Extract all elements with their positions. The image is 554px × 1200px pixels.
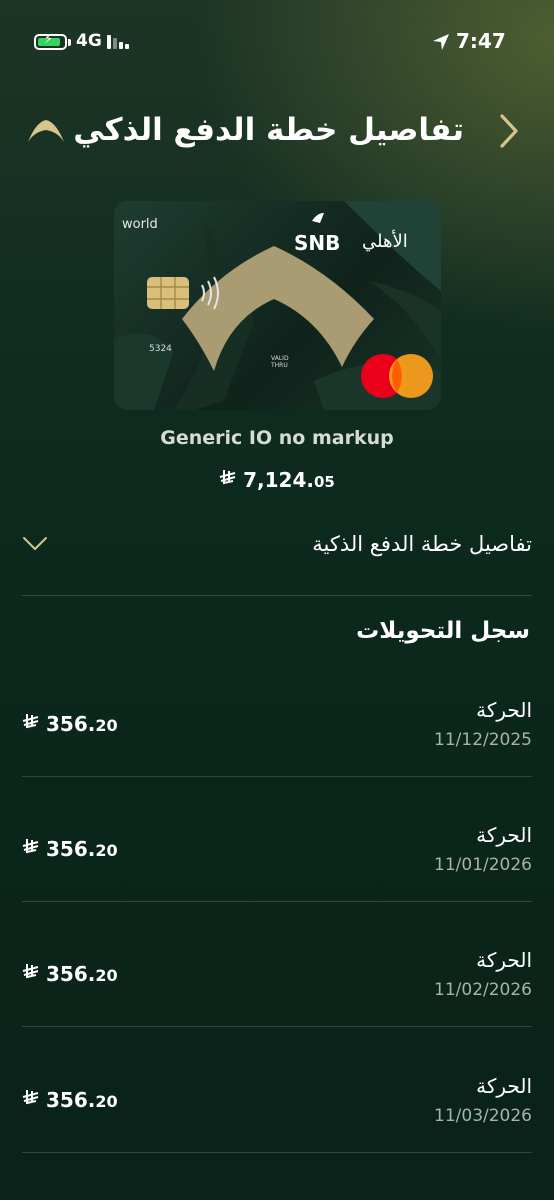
transfer-amount: 356.20 (22, 1088, 118, 1112)
card-valid-thru: VALID THRU (271, 355, 289, 369)
transfer-label: الحركة (476, 698, 532, 722)
credit-card[interactable]: world SNB الأهلي 5324 VALID THRU (114, 201, 441, 410)
transfer-label: الحركة (476, 823, 532, 847)
signal-strength-icon (107, 35, 133, 49)
back-button[interactable] (494, 112, 524, 150)
smart-payment-plan-accordion[interactable]: تفاصيل خطة الدفع الذكية (22, 518, 532, 578)
divider (22, 1026, 532, 1027)
status-time: 7:47 (456, 29, 506, 53)
location-arrow-icon (433, 34, 449, 50)
transfer-amount: 356.20 (22, 962, 118, 986)
transfer-row[interactable]: الحركة 11/01/2026 356.20 (22, 823, 532, 923)
card-brand: SNB (294, 231, 341, 255)
page-header: تفاصيل خطة الدفع الذكي (0, 100, 554, 164)
transfer-date: 11/02/2026 (434, 980, 532, 1000)
transfer-amount: 356.20 (22, 712, 118, 736)
page-title: تفاصيل خطة الدفع الذكي (73, 112, 464, 148)
transfer-label: الحركة (476, 948, 532, 972)
status-bar: ⚡ 4G 7:47 (0, 0, 554, 80)
transfer-date: 11/01/2026 (434, 855, 532, 875)
transfer-row[interactable]: الحركة 11/02/2026 356.20 (22, 948, 532, 1048)
transfers-section-title: سجل التحويلات (356, 618, 530, 644)
accordion-label: تفاصيل خطة الدفع الذكية (312, 532, 532, 556)
divider (22, 901, 532, 902)
card-last-digits: 5324 (149, 344, 172, 354)
transfer-label: الحركة (476, 1074, 532, 1098)
snb-chevron-logo-icon (28, 120, 64, 142)
transfer-row[interactable]: الحركة 11/12/2025 356.20 (22, 698, 532, 798)
divider (22, 595, 532, 596)
battery-icon: ⚡ (34, 32, 67, 50)
riyal-currency-icon (22, 837, 40, 861)
card-tier: world (122, 217, 158, 232)
riyal-currency-icon (219, 468, 237, 492)
chevron-down-icon (23, 537, 47, 550)
riyal-currency-icon (22, 712, 40, 736)
card-brand-arabic: الأهلي (362, 231, 408, 252)
transfer-row[interactable]: الحركة 11/03/2026 356.20 (22, 1074, 532, 1174)
card-name: Generic IO no markup (160, 427, 394, 449)
network-type: 4G (76, 31, 102, 51)
charging-bolt-icon: ⚡ (44, 32, 54, 47)
riyal-currency-icon (22, 962, 40, 986)
divider (22, 776, 532, 777)
transfer-amount: 356.20 (22, 837, 118, 861)
transfer-date: 11/12/2025 (434, 730, 532, 750)
riyal-currency-icon (22, 1088, 40, 1112)
divider (22, 1152, 532, 1153)
card-balance: 7,124.05 (0, 468, 554, 492)
transfer-date: 11/03/2026 (434, 1106, 532, 1126)
